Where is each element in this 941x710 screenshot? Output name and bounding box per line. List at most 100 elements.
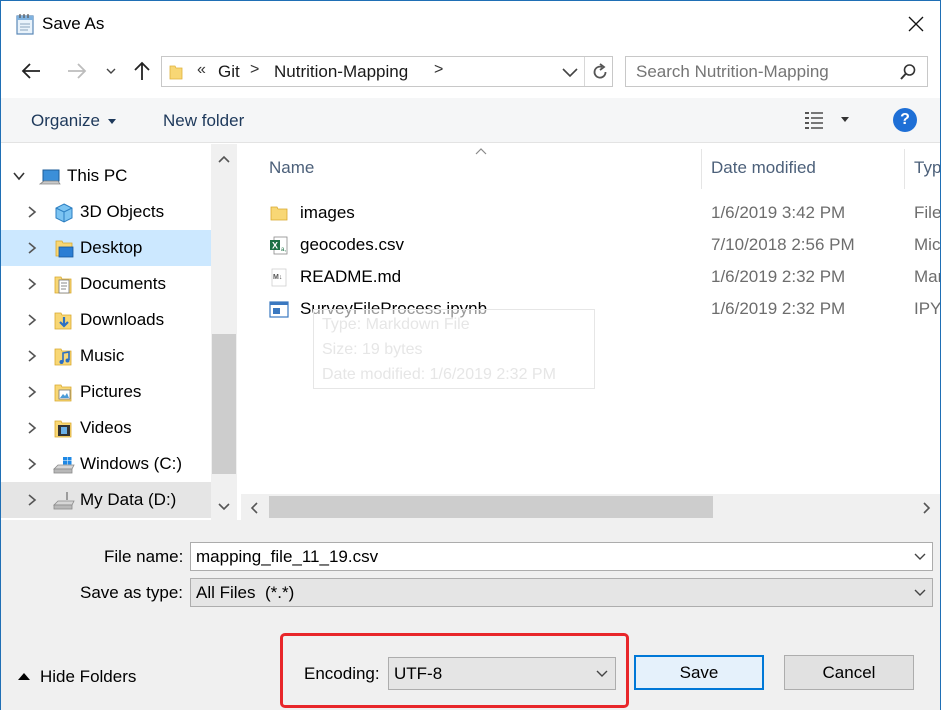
nav-item-videos[interactable]: Videos — [1, 410, 211, 446]
chevron-right-icon[interactable] — [27, 458, 37, 470]
chevron-down-icon — [106, 68, 116, 74]
hide-folders-button[interactable]: Hide Folders — [18, 667, 136, 687]
search-icon[interactable] — [899, 63, 917, 81]
tooltip-date: Date modified: 1/6/2019 2:32 PM — [322, 366, 556, 383]
recent-locations-button[interactable] — [102, 57, 120, 85]
file-name: README.md — [300, 267, 402, 286]
file-list-scrollbar[interactable] — [241, 494, 940, 520]
chevron-down-icon[interactable] — [560, 62, 580, 82]
new-folder-button[interactable]: New folder — [163, 111, 244, 131]
pictures-icon — [54, 384, 72, 402]
file-row-geocodes[interactable]: X a, geocodes.csv 7/10/2018 2:56 PM Mic — [241, 230, 940, 260]
refresh-button[interactable] — [584, 57, 614, 86]
column-header-name[interactable]: Name — [269, 158, 314, 178]
music-icon — [54, 348, 72, 366]
up-button[interactable] — [129, 57, 155, 85]
downloads-icon — [54, 312, 72, 330]
save-button[interactable]: Save — [634, 655, 764, 690]
nav-item-downloads[interactable]: Downloads — [1, 302, 211, 338]
nav-label: My Data (D:) — [80, 490, 177, 509]
column-header-type[interactable]: Typ — [914, 158, 940, 178]
close-button[interactable] — [897, 7, 935, 41]
chevron-right-icon[interactable] — [27, 494, 37, 506]
chevron-right-icon[interactable] — [27, 314, 37, 326]
forward-arrow-icon — [68, 63, 87, 79]
chevron-right-icon[interactable] — [27, 350, 37, 362]
back-button[interactable] — [17, 57, 45, 85]
address-segment-nutrition-mapping[interactable]: Nutrition-Mapping — [274, 62, 408, 82]
nav-label: Downloads — [80, 310, 165, 329]
nav-item-pictures[interactable]: Pictures — [1, 374, 211, 410]
scroll-down-arrow-icon[interactable] — [217, 502, 231, 512]
file-date: 1/6/2019 3:42 PM — [711, 203, 846, 222]
navigation-pane: This PC 3D Objects Desktop Documents Dow… — [1, 144, 237, 520]
dropdown-arrow-icon — [107, 119, 116, 125]
file-row-images[interactable]: images 1/6/2019 3:42 PM File — [241, 198, 940, 228]
search-box[interactable] — [625, 56, 928, 87]
file-name: geocodes.csv — [300, 235, 404, 254]
folder-icon — [169, 65, 183, 80]
view-dropdown-arrow-icon[interactable] — [841, 117, 849, 122]
svg-text:M↓: M↓ — [273, 274, 282, 281]
forward-button[interactable] — [63, 57, 91, 85]
title-bar: Save As — [1, 1, 940, 47]
scrollbar-thumb[interactable] — [212, 334, 236, 474]
search-input[interactable] — [636, 62, 896, 82]
nav-item-windows-c[interactable]: Windows (C:) — [1, 446, 211, 482]
address-separator[interactable]: > — [434, 61, 443, 79]
notebook-file-icon — [269, 301, 289, 318]
chevron-right-icon[interactable] — [27, 206, 37, 218]
cancel-button[interactable]: Cancel — [784, 655, 914, 690]
file-name-field[interactable] — [196, 547, 896, 567]
file-name: images — [300, 203, 355, 222]
nav-item-music[interactable]: Music — [1, 338, 211, 374]
help-button[interactable]: ? — [893, 108, 917, 132]
save-as-type-value: All Files (*.*) — [196, 583, 295, 602]
file-type: Mic — [914, 235, 940, 254]
organize-button[interactable]: Organize — [31, 111, 116, 131]
desktop-icon — [55, 240, 74, 258]
file-date: 1/6/2019 2:32 PM — [711, 299, 846, 318]
file-name-combobox[interactable] — [190, 542, 933, 571]
nav-pane-scrollbar[interactable] — [211, 144, 237, 520]
column-divider[interactable] — [904, 149, 905, 189]
nav-item-my-data-d[interactable]: My Data (D:) — [1, 482, 211, 518]
address-segment-git[interactable]: Git — [218, 62, 240, 82]
nav-item-documents[interactable]: Documents — [1, 266, 211, 302]
chevron-down-icon[interactable] — [913, 587, 927, 599]
chevron-right-icon[interactable] — [27, 422, 37, 434]
nav-item-3d-objects[interactable]: 3D Objects — [1, 194, 211, 230]
column-divider[interactable] — [701, 149, 702, 189]
scroll-right-arrow-icon[interactable] — [922, 501, 932, 515]
nav-label: Windows (C:) — [80, 454, 183, 473]
nav-label-this-pc: This PC — [67, 166, 128, 185]
scroll-up-arrow-icon[interactable] — [217, 154, 231, 164]
save-as-type-select[interactable]: All Files (*.*) — [190, 578, 933, 607]
column-header-date-modified[interactable]: Date modified — [711, 158, 816, 178]
organize-label: Organize — [31, 111, 100, 130]
address-bar[interactable]: « Git > Nutrition-Mapping > — [161, 56, 613, 87]
save-as-dialog: Save As « Git > Nutrition-Mapping > Sear… — [0, 0, 941, 710]
nav-item-this-pc[interactable]: This PC — [1, 158, 211, 194]
file-type: IPY — [914, 299, 940, 318]
hide-folders-label: Hide Folders — [40, 667, 137, 686]
scrollbar-thumb[interactable] — [269, 496, 713, 518]
chevron-right-icon[interactable] — [27, 386, 37, 398]
file-info-tooltip: Type: Markdown File Size: 19 bytes Date … — [313, 309, 595, 389]
address-overflow[interactable]: « — [197, 61, 206, 79]
view-options-icon[interactable] — [803, 109, 827, 131]
back-arrow-icon — [21, 63, 40, 79]
chevron-right-icon[interactable] — [27, 242, 37, 254]
chevron-right-icon[interactable] — [27, 278, 37, 290]
nav-item-desktop[interactable]: Desktop — [1, 230, 211, 266]
file-date: 7/10/2018 2:56 PM — [711, 235, 855, 254]
chevron-expanded-icon[interactable] — [13, 170, 25, 182]
scroll-left-arrow-icon[interactable] — [249, 501, 259, 515]
nav-label: Pictures — [80, 382, 142, 401]
markdown-file-icon: M↓ — [271, 268, 287, 287]
file-row-readme[interactable]: M↓ README.md 1/6/2019 2:32 PM Mar — [241, 262, 940, 292]
chevron-down-icon[interactable] — [913, 551, 927, 563]
address-separator[interactable]: > — [250, 61, 259, 79]
dialog-title: Save As — [42, 14, 105, 33]
this-pc-icon — [39, 169, 61, 185]
